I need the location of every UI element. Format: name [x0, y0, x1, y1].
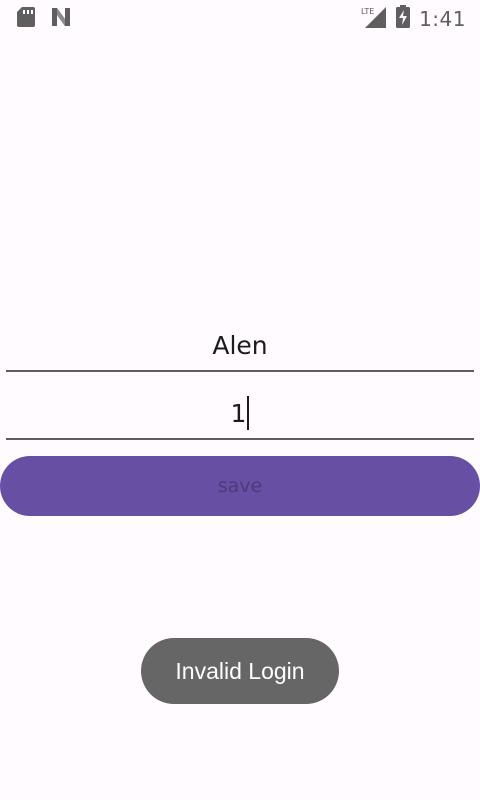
status-right-icons: LTE 1:41	[361, 5, 466, 33]
sd-card-icon	[16, 6, 36, 32]
lte-signal-icon: LTE	[361, 5, 387, 33]
n-logo-icon	[50, 6, 72, 32]
status-bar: LTE 1:41	[0, 0, 480, 36]
text-cursor	[247, 396, 250, 430]
username-value: Alen	[212, 330, 268, 360]
battery-charging-icon	[395, 5, 411, 33]
password-field[interactable]: 1	[6, 388, 474, 440]
lte-label: LTE	[361, 7, 374, 16]
toast-message: Invalid Login	[141, 638, 339, 704]
save-button[interactable]: save	[0, 456, 480, 516]
status-left-icons	[16, 6, 72, 32]
status-time: 1:41	[419, 7, 466, 31]
username-field[interactable]: Alen	[6, 320, 474, 372]
password-value: 1	[230, 398, 247, 428]
app-screen: LTE 1:41 Alen 1 save Invalid Login	[0, 0, 480, 800]
